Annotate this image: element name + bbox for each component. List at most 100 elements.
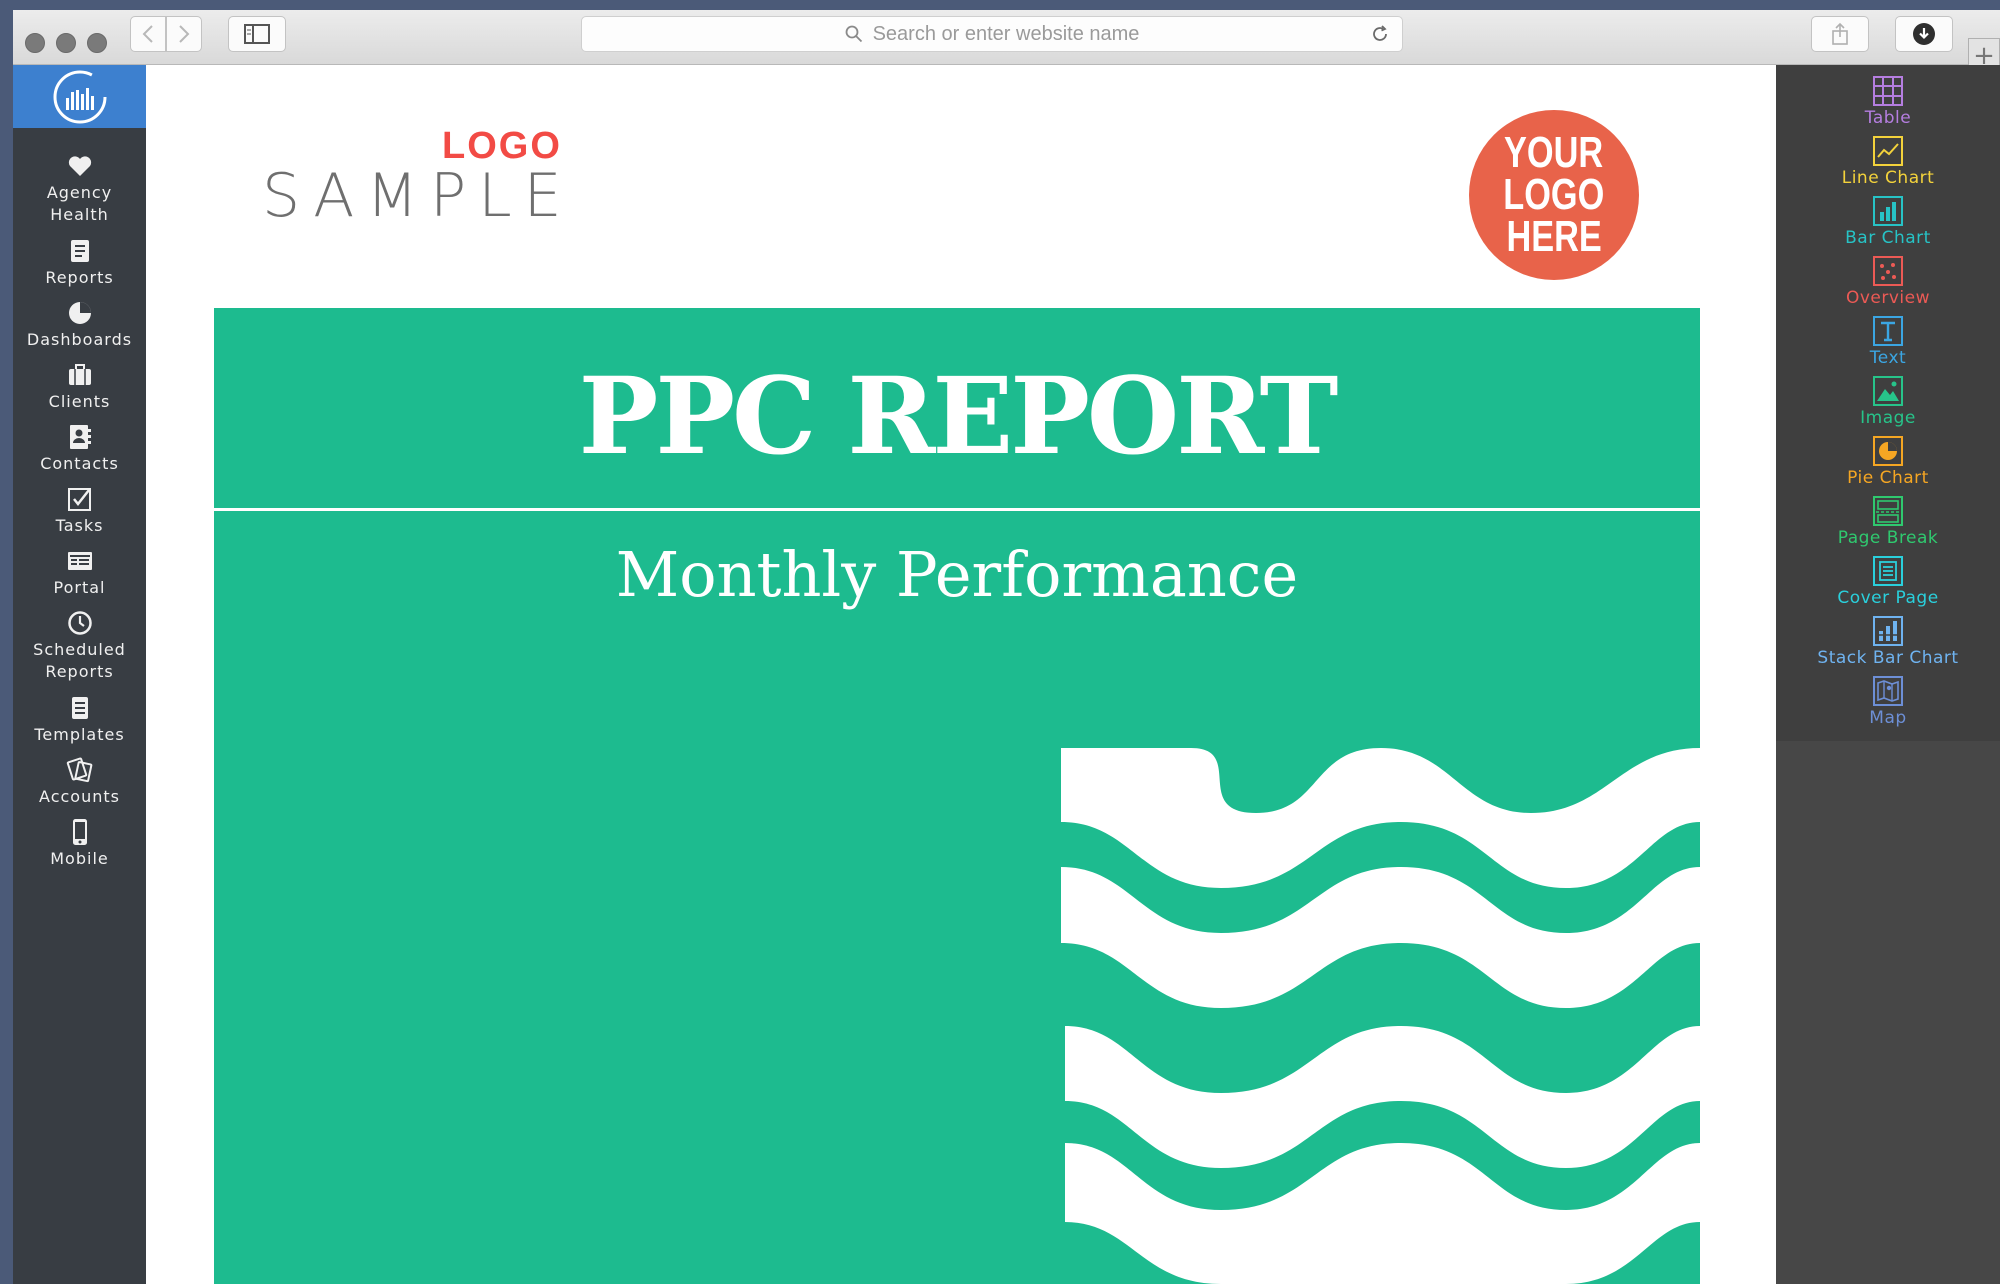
sidebar-item-accounts[interactable]: Accounts — [13, 756, 146, 808]
sidebar-item-label: Mobile — [50, 849, 109, 868]
portal-icon — [66, 547, 94, 575]
widget-image[interactable]: Image — [1776, 375, 2000, 428]
sidebar-item-templates[interactable]: Templates — [13, 694, 146, 746]
chevron-right-icon — [179, 25, 190, 43]
share-button[interactable] — [1811, 16, 1869, 52]
cover-page-icon — [1873, 556, 1903, 586]
widget-bar-chart[interactable]: Bar Chart — [1776, 195, 2000, 248]
mobile-icon — [66, 818, 94, 846]
widget-page-break[interactable]: Page Break — [1776, 495, 2000, 548]
map-icon — [1873, 676, 1903, 706]
sidebar-item-label: Reports — [45, 268, 114, 287]
report-title[interactable]: PPC REPORT — [214, 353, 1700, 478]
sidebar-item-clients[interactable]: Clients — [13, 361, 146, 413]
zoom-window-button[interactable] — [87, 33, 107, 53]
sidebar-item-label: Scheduled Reports — [33, 640, 126, 681]
reload-icon[interactable] — [1370, 24, 1390, 44]
widget-label: Image — [1860, 408, 1916, 428]
browser-window: Search or enter website name + Agency He… — [13, 10, 2000, 1284]
sidebar-item-label: Agency Health — [46, 183, 113, 224]
forward-button[interactable] — [166, 16, 202, 52]
stack-bar-chart-icon — [1873, 616, 1903, 646]
badge-line: YOUR — [1504, 128, 1604, 177]
sidebar-item-mobile[interactable]: Mobile — [13, 818, 146, 870]
briefcase-icon — [66, 361, 94, 389]
widget-panel: Table Line Chart Bar Chart Overview Text… — [1776, 65, 2000, 1284]
share-icon — [1832, 22, 1848, 45]
widget-label: Cover Page — [1837, 588, 1939, 608]
widget-label: Pie Chart — [1847, 468, 1929, 488]
download-icon — [1913, 23, 1935, 45]
minimize-window-button[interactable] — [56, 33, 76, 53]
dashboards-icon — [66, 299, 94, 327]
sidebar-item-contacts[interactable]: Contacts — [13, 423, 146, 475]
widget-text[interactable]: Text — [1776, 315, 2000, 368]
page-break-icon — [1873, 496, 1903, 526]
widget-label: Line Chart — [1841, 168, 1935, 188]
heart-icon — [66, 152, 94, 180]
widget-line-chart[interactable]: Line Chart — [1776, 135, 2000, 188]
contacts-icon — [66, 423, 94, 451]
sidebar-item-reports[interactable]: Reports — [13, 237, 146, 289]
accounts-icon — [66, 756, 94, 784]
sidebar-item-label: Portal — [53, 578, 106, 597]
app-logo[interactable] — [13, 65, 146, 128]
report-subtitle[interactable]: Monthly Performance — [214, 538, 1700, 611]
sidebar-item-agency-health[interactable]: Agency Health — [13, 152, 146, 226]
sample-logo-bottom-text: SAMPLE — [262, 161, 574, 231]
table-icon — [1873, 76, 1903, 106]
browser-toolbar: Search or enter website name — [13, 10, 2000, 65]
widget-label: Text — [1869, 348, 1907, 368]
widget-stack-bar-chart[interactable]: Stack Bar Chart — [1776, 615, 2000, 668]
sidebar-item-label: Templates — [34, 725, 125, 744]
sidebar-item-scheduled-reports[interactable]: Scheduled Reports — [13, 609, 146, 683]
widget-label: Stack Bar Chart — [1817, 648, 1959, 668]
sidebar-icon — [244, 24, 270, 44]
sidebar-item-label: Tasks — [55, 516, 104, 535]
report-canvas: LOGO SAMPLE YOUR LOGO HERE PPC REPORT Mo… — [146, 65, 1776, 1284]
widget-cover-page[interactable]: Cover Page — [1776, 555, 2000, 608]
widget-map[interactable]: Map — [1776, 675, 2000, 728]
sidebar-toggle-button[interactable] — [228, 16, 286, 52]
reports-icon — [66, 237, 94, 265]
sample-logo[interactable]: LOGO SAMPLE — [262, 125, 562, 231]
badge-line: LOGO — [1503, 170, 1605, 219]
clock-icon — [66, 609, 94, 637]
cover-page-block[interactable]: PPC REPORT Monthly Performance — [214, 308, 1700, 1284]
widget-label: Map — [1869, 708, 1907, 728]
chevron-left-icon — [142, 25, 153, 43]
title-divider — [214, 508, 1700, 511]
badge-line: HERE — [1506, 212, 1602, 261]
app-sidebar: Agency Health Reports Dashboards Clients… — [13, 65, 146, 1284]
widget-label: Table — [1864, 108, 1912, 128]
line-chart-icon — [1873, 136, 1903, 166]
widget-pie-chart[interactable]: Pie Chart — [1776, 435, 2000, 488]
checkbox-icon — [66, 485, 94, 513]
brand-logo-icon — [53, 70, 106, 123]
address-bar[interactable]: Search or enter website name — [581, 16, 1403, 52]
bar-chart-icon — [1873, 196, 1903, 226]
sidebar-item-dashboards[interactable]: Dashboards — [13, 299, 146, 351]
pie-chart-icon — [1873, 436, 1903, 466]
downloads-button[interactable] — [1895, 16, 1953, 52]
sidebar-item-label: Dashboards — [26, 330, 133, 349]
sidebar-item-portal[interactable]: Portal — [13, 547, 146, 599]
image-icon — [1873, 376, 1903, 406]
text-icon — [1873, 316, 1903, 346]
back-button[interactable] — [130, 16, 166, 52]
search-icon — [845, 25, 862, 43]
templates-icon — [66, 694, 94, 722]
sidebar-item-label: Clients — [48, 392, 111, 411]
your-logo-badge[interactable]: YOUR LOGO HERE — [1469, 110, 1639, 280]
sidebar-item-label: Accounts — [39, 787, 120, 806]
widget-overview[interactable]: Overview — [1776, 255, 2000, 308]
sidebar-item-tasks[interactable]: Tasks — [13, 485, 146, 537]
address-placeholder: Search or enter website name — [872, 22, 1140, 45]
overview-icon — [1873, 256, 1903, 286]
close-window-button[interactable] — [25, 33, 45, 53]
widget-table[interactable]: Table — [1776, 75, 2000, 128]
widget-label: Overview — [1845, 288, 1931, 308]
widget-label: Page Break — [1837, 528, 1939, 548]
widget-label: Bar Chart — [1845, 228, 1931, 248]
wave-graphic — [1061, 748, 1700, 1284]
